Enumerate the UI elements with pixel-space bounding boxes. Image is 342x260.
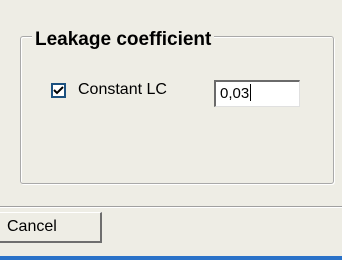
constant-lc-checkbox[interactable]: [51, 82, 66, 98]
cancel-button[interactable]: Cancel: [0, 212, 102, 243]
groupbox-title: Leakage coefficient: [32, 30, 215, 49]
taskbar-edge: [0, 256, 342, 260]
lc-value-input[interactable]: 0,03: [214, 80, 300, 107]
constant-lc-label[interactable]: Constant LC: [78, 81, 167, 99]
text-caret: [250, 84, 252, 101]
checkmark-icon: [53, 85, 64, 94]
constant-lc-row: Constant LC: [51, 79, 167, 101]
leakage-coefficient-groupbox: [20, 36, 334, 184]
dialog-window: Leakage coefficient Constant LC 0,03 Can…: [0, 0, 342, 260]
button-separator: [0, 206, 342, 208]
lc-value-text: 0,03: [220, 85, 250, 102]
